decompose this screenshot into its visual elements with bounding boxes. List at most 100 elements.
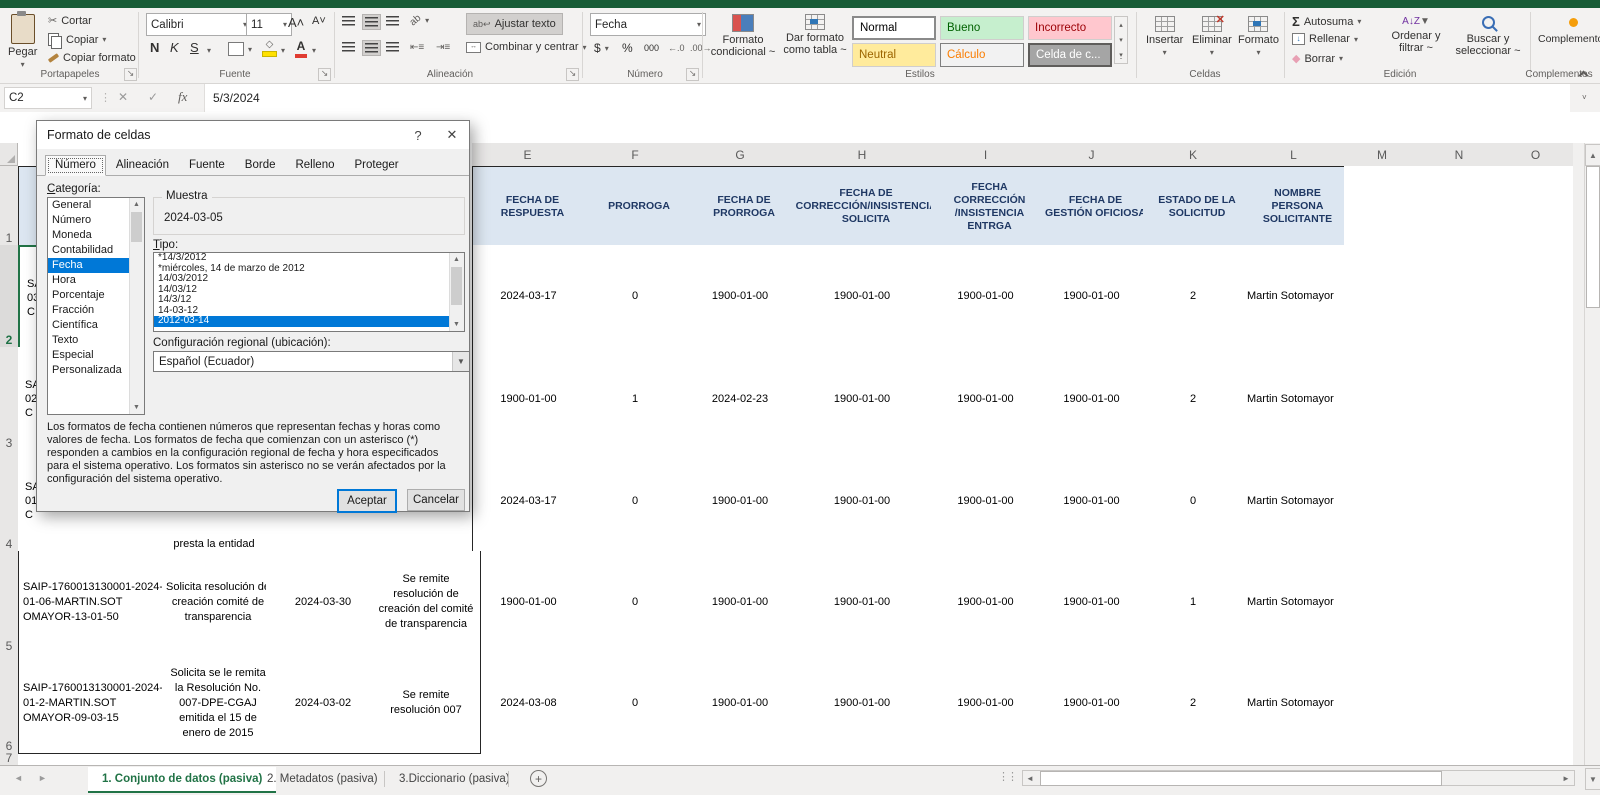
- cell-J2[interactable]: 1900-01-00: [1040, 245, 1144, 348]
- cell-M3[interactable]: [1344, 347, 1421, 451]
- fx-icon[interactable]: fx: [178, 89, 187, 105]
- cell-J4[interactable]: 1900-01-00: [1040, 450, 1144, 552]
- row-header-5[interactable]: 5: [0, 551, 19, 655]
- header-cell-G1[interactable]: FECHA DE PRORROGA: [687, 166, 802, 247]
- scroll-down-icon[interactable]: ▼: [130, 401, 143, 414]
- header-cell-L1[interactable]: NOMBRE PERSONA SOLICITANTE: [1243, 166, 1353, 247]
- column-letter-J[interactable]: J: [1040, 143, 1144, 167]
- cell-K6[interactable]: 2: [1143, 653, 1244, 754]
- cell-A6[interactable]: SAIP-1760013130001-2024-01-2-MARTIN.SOT …: [18, 653, 172, 754]
- align-middle-button[interactable]: [362, 14, 381, 30]
- row-header-2[interactable]: 2: [0, 245, 20, 349]
- column-letter-G[interactable]: G: [687, 143, 794, 167]
- cell-N5[interactable]: [1420, 551, 1499, 654]
- align-top-button[interactable]: [342, 16, 355, 26]
- dialog-tab-fuente[interactable]: Fuente: [179, 155, 235, 176]
- row-header-4[interactable]: 4: [0, 450, 19, 553]
- cell-M4[interactable]: [1344, 450, 1421, 552]
- cell-O2[interactable]: [1498, 245, 1574, 348]
- cell-D6[interactable]: Se remite resolución 007: [372, 653, 481, 754]
- fill-color-button[interactable]: ◇: [262, 39, 277, 57]
- cancel-button[interactable]: Cancelar: [407, 489, 465, 511]
- cell-style-c-lculo[interactable]: Cálculo: [940, 43, 1024, 67]
- tab-scroll-right-icon[interactable]: ►: [38, 773, 47, 783]
- cut-button[interactable]: ✂ Cortar: [48, 14, 92, 27]
- copy-button[interactable]: Copiar ▾: [48, 33, 106, 46]
- header-cell-E1[interactable]: FECHA DE RESPUESTA: [472, 166, 593, 247]
- paste-button[interactable]: Pegar ▾: [8, 14, 37, 69]
- column-letter-M[interactable]: M: [1344, 143, 1421, 167]
- cell-D5[interactable]: Se remite resolución de creación del com…: [372, 551, 481, 654]
- cell-G3[interactable]: 2024-02-23: [687, 347, 794, 451]
- cell-L3[interactable]: Martin Sotomayor: [1243, 347, 1353, 451]
- dialog-tab-número[interactable]: Número: [45, 155, 106, 176]
- cell-E3[interactable]: 1900-01-00: [472, 347, 585, 451]
- number-dialog-launcher[interactable]: ↘: [686, 68, 699, 81]
- expand-formula-bar-icon[interactable]: ˅: [1582, 93, 1587, 102]
- column-letter-E[interactable]: E: [472, 143, 584, 167]
- new-sheet-button[interactable]: +: [530, 770, 547, 787]
- locale-combo[interactable]: Español (Ecuador) ▼: [153, 351, 470, 372]
- cell-O6[interactable]: [1498, 653, 1574, 754]
- cell-O1[interactable]: [1498, 166, 1574, 246]
- sheet-tab-2[interactable]: 2. Metadatos (pasiva): [253, 767, 392, 791]
- horizontal-scroll-thumb[interactable]: [1040, 771, 1442, 786]
- font-dialog-launcher[interactable]: ↘: [318, 68, 331, 81]
- cell-G4[interactable]: 1900-01-00: [687, 450, 794, 552]
- addins-button[interactable]: Complementos: [1538, 18, 1600, 45]
- confirm-entry-icon[interactable]: ✓: [148, 90, 158, 104]
- cell-L4[interactable]: Martin Sotomayor: [1243, 450, 1353, 552]
- cell-style-celda-de-c-[interactable]: Celda de c...: [1028, 43, 1112, 67]
- header-cell-H1[interactable]: FECHA DE CORRECCIÓN/INSISTENCIA SOLICITA: [793, 166, 940, 247]
- increase-decimal-button[interactable]: ←.0: [668, 43, 685, 53]
- borders-button[interactable]: ▾: [228, 42, 252, 56]
- cell-J6[interactable]: 1900-01-00: [1040, 653, 1144, 754]
- column-letter-N[interactable]: N: [1420, 143, 1499, 167]
- scroll-up-icon[interactable]: ▲: [450, 253, 463, 266]
- align-center-button[interactable]: [362, 40, 381, 56]
- gallery-scroll[interactable]: ▴ ▾ ▾̱: [1114, 16, 1128, 64]
- shrink-font-button[interactable]: A˅: [312, 15, 326, 27]
- format-cells-button[interactable]: Formato ▾: [1238, 16, 1279, 57]
- cell-I5[interactable]: 1900-01-00: [931, 551, 1041, 654]
- dialog-tab-borde[interactable]: Borde: [235, 155, 286, 176]
- cell-L5[interactable]: Martin Sotomayor: [1243, 551, 1353, 654]
- dialog-tab-relleno[interactable]: Relleno: [285, 155, 344, 176]
- type-option[interactable]: 14/3/12: [154, 295, 464, 306]
- name-box-dropdown-icon[interactable]: ▾: [83, 94, 87, 103]
- clear-button[interactable]: ◆ Borrar▾: [1292, 52, 1343, 65]
- insert-cells-button[interactable]: Insertar ▾: [1146, 16, 1183, 57]
- cell-C6[interactable]: 2024-03-02: [266, 653, 381, 754]
- font-color-dropdown[interactable]: ▾: [312, 46, 316, 55]
- cell-style-neutral[interactable]: Neutral: [852, 43, 936, 67]
- cell-O3[interactable]: [1498, 347, 1574, 451]
- cell-F2[interactable]: 0: [583, 245, 688, 348]
- cell-N2[interactable]: [1420, 245, 1499, 348]
- type-option[interactable]: 14/03/12: [154, 285, 464, 296]
- column-letter-L[interactable]: L: [1243, 143, 1345, 167]
- clipboard-dialog-launcher[interactable]: ↘: [124, 68, 137, 81]
- header-cell-F1[interactable]: PRORROGA: [583, 166, 696, 247]
- cell-I3[interactable]: 1900-01-00: [931, 347, 1041, 451]
- cancel-entry-icon[interactable]: ✕: [118, 90, 128, 104]
- scroll-up-icon[interactable]: ▲: [130, 198, 143, 211]
- cell-I4[interactable]: 1900-01-00: [931, 450, 1041, 552]
- currency-button[interactable]: $▾: [594, 41, 609, 55]
- italic-button[interactable]: K: [170, 40, 179, 55]
- cell-H2[interactable]: 1900-01-00: [793, 245, 932, 348]
- cell-H6[interactable]: 1900-01-00: [793, 653, 932, 754]
- cell-I6[interactable]: 1900-01-00: [931, 653, 1041, 754]
- row-header-1[interactable]: 1: [0, 166, 19, 247]
- category-list[interactable]: ▲ ▼ GeneralNúmeroMonedaContabilidadFecha…: [47, 197, 145, 415]
- cell-E4[interactable]: 2024-03-17: [472, 450, 585, 552]
- delete-cells-button[interactable]: Eliminar ▾: [1192, 16, 1232, 57]
- cell-N6[interactable]: [1420, 653, 1499, 754]
- scroll-down-icon[interactable]: ▼: [450, 318, 463, 331]
- cell-style-normal[interactable]: Normal: [852, 16, 936, 40]
- cell-B5[interactable]: Solicita resolución de creación comité d…: [162, 551, 275, 654]
- cell-M1[interactable]: [1344, 166, 1421, 246]
- type-option[interactable]: *14/3/2012: [154, 253, 464, 264]
- type-list-scrollbar[interactable]: ▲ ▼: [449, 253, 464, 331]
- column-letter-K[interactable]: K: [1143, 143, 1244, 167]
- decrease-decimal-button[interactable]: .00→: [690, 43, 712, 53]
